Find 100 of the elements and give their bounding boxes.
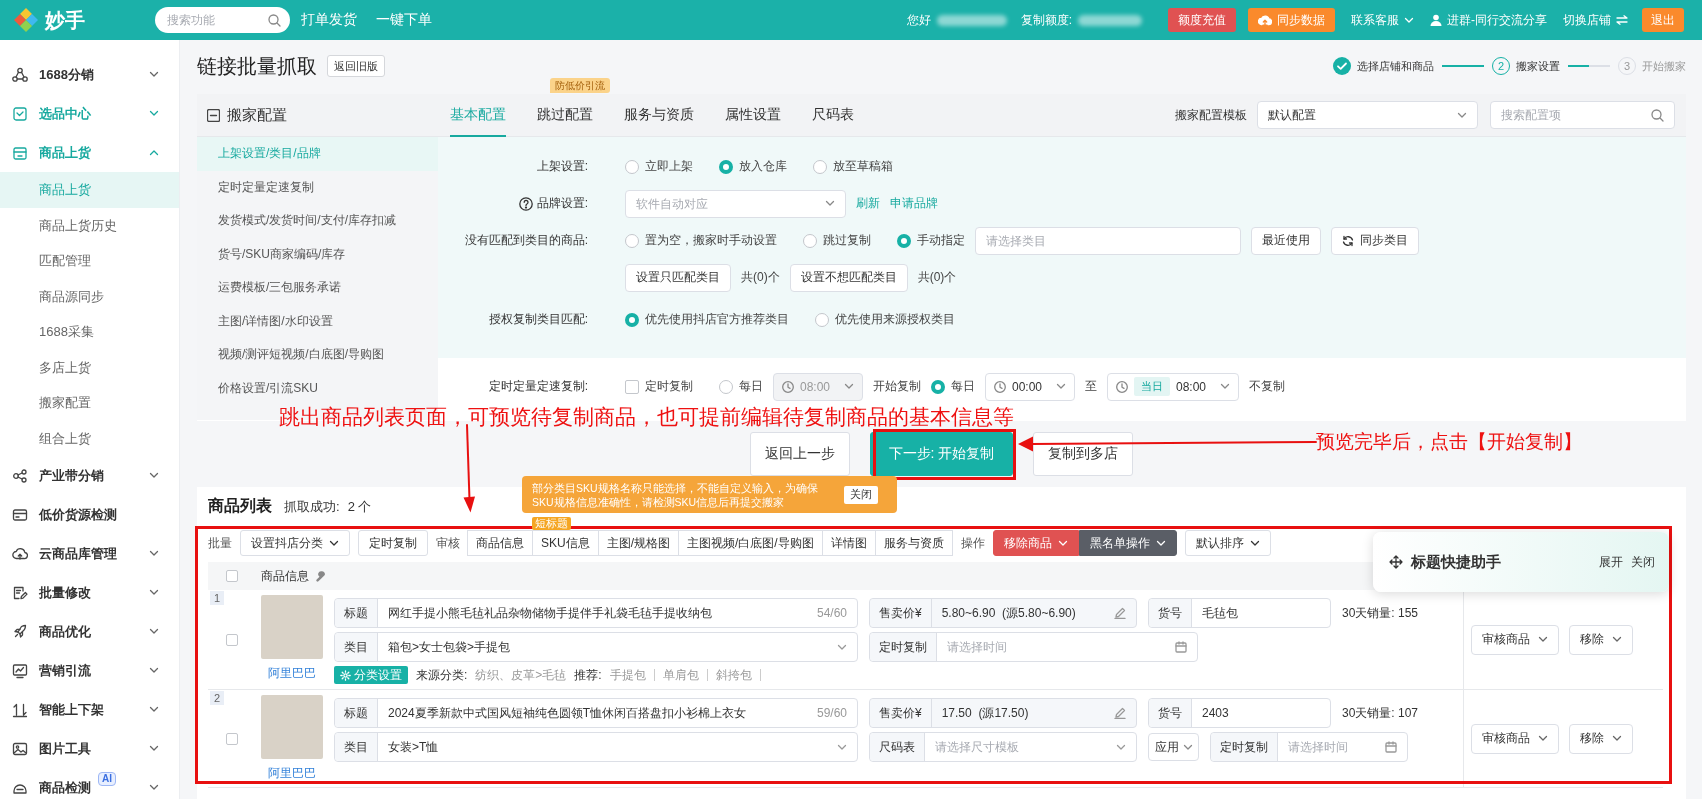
radio-option[interactable]: 放至草稿箱 xyxy=(813,158,893,175)
segment-button[interactable]: 详情图 xyxy=(821,530,876,556)
segment-button[interactable]: 服务与资质 xyxy=(874,530,953,556)
dropdown-button[interactable]: 移除 xyxy=(1569,723,1633,754)
close-button[interactable]: 关闭 xyxy=(844,485,878,504)
sidebar-subitem[interactable]: 匹配管理 xyxy=(0,243,179,279)
form-button[interactable]: 同步类目 xyxy=(1331,226,1419,255)
text-link[interactable]: 关闭 xyxy=(1631,553,1655,571)
size-chart-select[interactable]: 尺码表 请选择尺寸模板 xyxy=(869,732,1137,762)
dropdown-button[interactable]: 审核商品 xyxy=(1471,723,1559,754)
source-link[interactable]: 阿里巴巴 xyxy=(261,665,323,682)
title-field[interactable]: 标题 2024夏季新款中式国风短袖纯色圆领T恤休闲百搭盘扣小衫棉上衣女 59/60 xyxy=(334,698,858,728)
settings-menu-item[interactable]: 发货模式/发货时间/支付/库存扣减 xyxy=(197,204,406,238)
form-button[interactable]: 最近使用 xyxy=(1251,226,1321,255)
back-to-old-version-button[interactable]: 返回旧版 xyxy=(327,55,385,77)
checkbox[interactable] xyxy=(226,633,238,646)
dropdown-button[interactable]: 移除 xyxy=(1569,624,1633,655)
radio-option[interactable]: 每日 xyxy=(931,378,975,395)
category-select[interactable]: 类目 女装>T恤 xyxy=(334,732,858,762)
sidebar-subitem[interactable]: 组合上货 xyxy=(0,420,179,456)
sidebar-item[interactable]: 1688分销 xyxy=(0,55,179,94)
search-input[interactable]: 搜索功能 xyxy=(167,7,268,33)
field-input[interactable]: 17.50 (源17.50) xyxy=(931,699,1114,727)
schedule-time-field[interactable]: 定时复制 请选择时间 xyxy=(1210,732,1408,762)
item-number-field[interactable]: 货号 2403 xyxy=(1148,698,1331,728)
form-button[interactable]: 设置只匹配类目 xyxy=(625,263,731,292)
time-select[interactable]: 00:00 xyxy=(985,372,1075,401)
select-input[interactable]: 软件自动对应 xyxy=(636,190,819,217)
sidebar-subitem[interactable]: 商品上货历史 xyxy=(0,207,179,243)
settings-menu-item[interactable]: 视频/测评短视频/白底图/导购图 xyxy=(197,338,394,372)
sidebar-item[interactable]: 商品优化 xyxy=(0,612,179,651)
checkbox-option[interactable]: 定时复制 xyxy=(625,378,693,395)
sidebar-item[interactable]: 图片工具 xyxy=(0,729,179,768)
field-input[interactable]: 女装>T恤 xyxy=(378,733,837,761)
sidebar-item[interactable]: 云商品库管理 xyxy=(0,534,179,573)
settings-menu-item[interactable]: 主图/详情图/水印设置 xyxy=(197,304,343,338)
radio-option[interactable]: 优先使用抖店官方推荐类目 xyxy=(625,311,789,328)
sidebar-subitem[interactable]: 多店上货 xyxy=(0,349,179,385)
search-field[interactable]: 搜索配置项 xyxy=(1490,101,1675,129)
tab[interactable]: 属性设置 xyxy=(725,93,781,137)
sidebar-item[interactable]: 智能上下架 xyxy=(0,690,179,729)
category-select[interactable]: 类目 箱包>女士包袋>手提包 xyxy=(334,632,858,662)
tab[interactable]: 尺码表 xyxy=(812,93,854,137)
dropdown-button[interactable]: 应用 xyxy=(1148,733,1199,761)
field-input[interactable]: 请选择时间 xyxy=(1278,733,1385,761)
price-field[interactable]: 售卖价¥ 5.80~6.90 (源5.80~6.90) xyxy=(869,598,1137,628)
field-input[interactable]: 5.80~6.90 (源5.80~6.90) xyxy=(931,599,1114,627)
field-input[interactable]: 毛毡包 xyxy=(1192,599,1330,627)
segment-button[interactable]: 主图视频/白底图/导购图 xyxy=(678,530,823,556)
template-select[interactable]: 默认配置 xyxy=(1257,101,1478,129)
segment-button[interactable]: SKU信息 xyxy=(532,530,599,556)
radio-option[interactable]: 跳过复制 xyxy=(803,232,871,249)
item-number-field[interactable]: 货号 毛毡包 xyxy=(1148,598,1331,628)
text-link[interactable]: 展开 xyxy=(1599,553,1623,571)
schedule-time-field[interactable]: 定时复制 请选择时间 xyxy=(869,632,1198,662)
sidebar-item[interactable]: 营销引流 xyxy=(0,651,179,690)
field-input[interactable]: 请选择时间 xyxy=(937,633,1175,661)
radio-option[interactable]: 放入仓库 xyxy=(719,158,787,175)
sidebar-subitem[interactable]: 商品源同步 xyxy=(0,278,179,314)
field-input[interactable]: 2403 xyxy=(1192,699,1330,727)
sidebar-item[interactable]: 批量修改 xyxy=(0,573,179,612)
field-input[interactable]: 网红手提小熊毛毡礼品杂物储物手提伴手礼袋毛毡手提收纳包 xyxy=(378,599,817,627)
settings-menu-item[interactable]: 定时定量定速复制 xyxy=(197,170,324,204)
dropdown-button[interactable]: 默认排序 xyxy=(1184,530,1271,556)
sidebar-subitem[interactable]: 搬家配置 xyxy=(0,385,179,421)
search-field[interactable]: 搜索功能 xyxy=(155,7,290,33)
tab[interactable]: 服务与资质 xyxy=(624,93,694,137)
header-button[interactable]: 额度充值 xyxy=(1168,8,1236,32)
select-input[interactable]: 默认配置 xyxy=(1268,102,1451,128)
radio-option[interactable]: 立即上架 xyxy=(625,158,693,175)
title-field[interactable]: 标题 网红手提小熊毛毡礼品杂物储物手提伴手礼袋毛毡手提收纳包 54/60 xyxy=(334,598,858,628)
radio-option[interactable]: 置为空，搬家时手动设置 xyxy=(625,232,777,249)
segment-button[interactable]: 商品信息 xyxy=(467,530,533,556)
settings-menu-item[interactable]: 运费模板/三包服务承诺 xyxy=(197,271,352,305)
dropdown-button[interactable]: 审核商品 xyxy=(1471,624,1559,655)
radio-option[interactable]: 每日 xyxy=(719,378,763,395)
sidebar-item[interactable]: 低价货源检测 xyxy=(0,495,179,534)
segment-button[interactable]: 主图/规格图 xyxy=(597,530,680,556)
radio-option[interactable]: 优先使用来源授权类目 xyxy=(815,311,955,328)
sidebar-subitem[interactable]: 1688采集 xyxy=(0,314,179,350)
source-link[interactable]: 阿里巴巴 xyxy=(261,765,323,782)
settings-menu-item[interactable]: 价格设置/引流SKU xyxy=(197,371,328,405)
field-input[interactable]: 请选择尺寸模板 xyxy=(925,733,1116,761)
settings-menu-item[interactable]: 货号/SKU商家编码/库存 xyxy=(197,237,356,271)
checkbox[interactable] xyxy=(226,732,238,745)
dropdown-button[interactable]: 设置抖店分类 xyxy=(240,530,350,556)
time-input[interactable]: 08:00 xyxy=(1176,373,1214,400)
toolbar-button[interactable]: 定时复制 xyxy=(358,530,428,556)
dropdown-button[interactable]: 黑名单操作 xyxy=(1078,530,1177,556)
dropdown-button[interactable]: 移除商品 xyxy=(992,530,1079,556)
search-input[interactable]: 搜索配置项 xyxy=(1501,102,1645,128)
time-select[interactable]: 当日 08:00 xyxy=(1107,372,1239,401)
form-button[interactable]: 设置不想匹配类目 xyxy=(789,263,908,292)
time-input[interactable]: 00:00 xyxy=(1012,373,1050,400)
action-button[interactable]: 返回上一步 xyxy=(749,432,850,476)
collapse-icon[interactable] xyxy=(207,108,220,122)
field-input[interactable]: 2024夏季新款中式国风短袖纯色圆领T恤休闲百搭盘扣小衫棉上衣女 xyxy=(378,699,817,727)
field-input[interactable]: 箱包>女士包袋>手提包 xyxy=(378,633,837,661)
radio-option[interactable]: 手动指定 xyxy=(897,232,965,249)
action-button[interactable]: 复制到多店 xyxy=(1033,432,1134,476)
